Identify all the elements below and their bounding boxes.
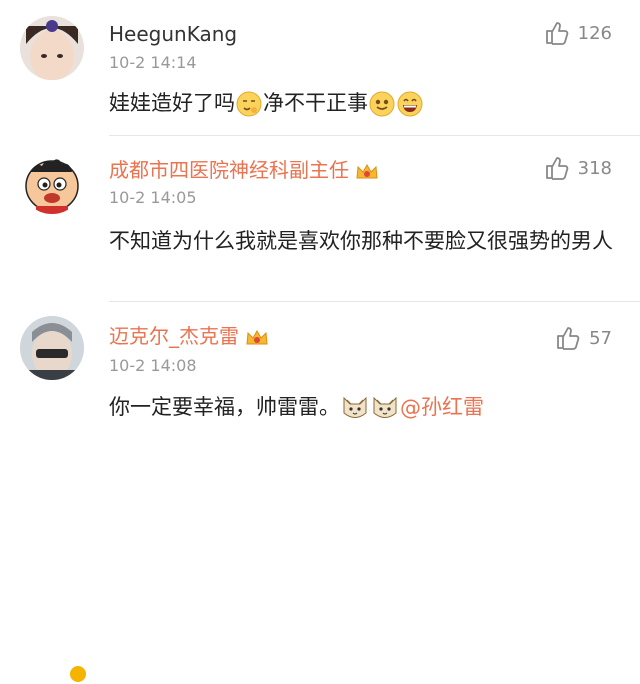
timestamp: 10-2 14:08	[109, 356, 197, 375]
comment-2: 成都市四医院神经科副主任 10-2 14:05 318 不知道为什么我就是喜欢你…	[0, 136, 640, 301]
thumbs-up-icon	[545, 22, 568, 45]
grin-emoji-icon	[397, 91, 423, 117]
comment-text-part-1: 娃娃造好了吗	[109, 91, 235, 115]
avatar[interactable]	[20, 150, 84, 214]
like-button[interactable]: 126	[544, 19, 612, 47]
verified-badge-icon	[68, 664, 88, 684]
timestamp: 10-2 14:05	[109, 188, 197, 207]
cat-emoji-icon	[343, 396, 367, 418]
like-button[interactable]: 57	[555, 324, 612, 352]
comment-text-part-2: 净不干正事	[263, 91, 368, 115]
like-count: 318	[577, 157, 612, 179]
vip-crown-icon	[246, 329, 268, 344]
vip-crown-icon	[356, 163, 378, 178]
avatar-image	[20, 16, 84, 80]
avatar[interactable]	[20, 16, 84, 80]
thinking-emoji-icon	[236, 91, 262, 117]
username[interactable]: HeegunKang	[109, 22, 237, 46]
like-count: 57	[589, 327, 612, 349]
timestamp: 10-2 14:14	[109, 53, 197, 72]
comment-text: 娃娃造好了吗 净不干正事	[109, 86, 620, 120]
avatar[interactable]	[20, 316, 84, 380]
username[interactable]: 迈克尔_杰克雷	[109, 324, 269, 348]
cat-emoji-icon	[373, 396, 397, 418]
like-count: 126	[577, 22, 612, 44]
thumbs-up-icon	[557, 327, 580, 350]
mention-name: 孙红雷	[421, 395, 484, 419]
comment-1: HeegunKang 10-2 14:14 126 娃娃造好了吗 净不干正事	[0, 0, 640, 135]
thumbs-up-icon	[545, 157, 568, 180]
username-text: 迈克尔_杰克雷	[109, 324, 239, 348]
mention-link[interactable]: @孙红雷	[400, 395, 484, 420]
comment-text: 不知道为什么我就是喜欢你那种不要脸又很强势的男人	[109, 229, 613, 253]
comment-text: 你一定要幸福，帅雷雷。 @孙红雷	[109, 390, 620, 425]
avatar-image	[20, 150, 84, 214]
like-button[interactable]: 318	[544, 154, 612, 182]
comment-3: 迈克尔_杰克雷 10-2 14:08 57 你一定要幸福，帅雷雷。 @孙红雷	[0, 302, 640, 684]
mention-icon: @	[400, 396, 421, 420]
avatar-image	[20, 316, 84, 380]
username-text: 成都市四医院神经科副主任	[109, 158, 349, 182]
username[interactable]: 成都市四医院神经科副主任	[109, 158, 379, 182]
comment-text-part-1: 你一定要幸福，帅雷雷。	[109, 395, 340, 419]
smile-emoji-icon	[369, 91, 395, 117]
